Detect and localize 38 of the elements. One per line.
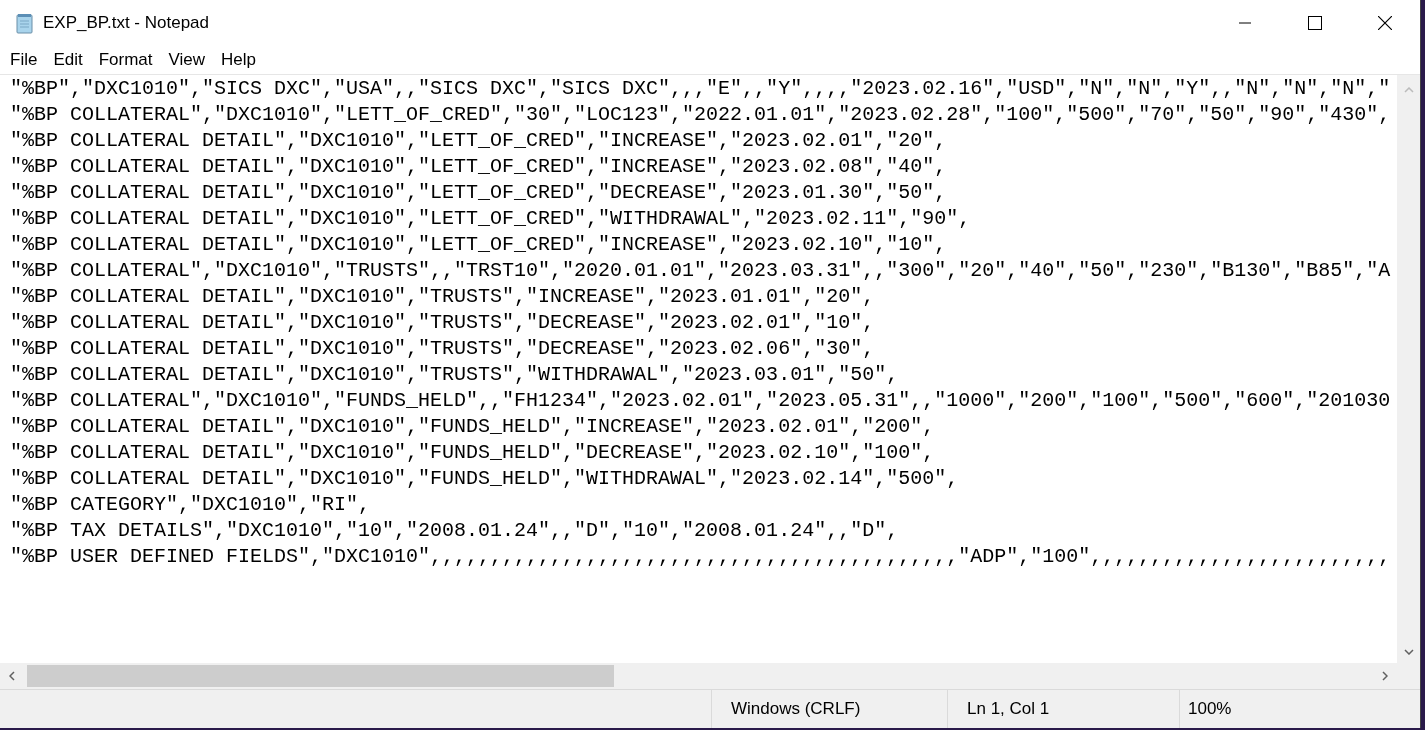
text-line: "%BP COLLATERAL DETAIL","DXC1010","TRUSTS","INCREASE","2023.01.01","20", xyxy=(10,284,876,310)
text-line: "%BP TAX DETAILS","DXC1010","10","2008.01.24",,"D","10","2008.01.24",,"D", xyxy=(10,518,900,544)
text-line: "%BP COLLATERAL DETAIL","DXC1010","LETT_OF_CRED","INCREASE","2023.02.10","10", xyxy=(10,232,948,258)
status-text: Windows (CRLF) xyxy=(712,690,948,728)
text-line: "%BP","DXC1010","SICS DXC","USA",,"SICS DXC","SICS DXC",,,"E",,"Y",,,,"2023.02.16","USD","N","N","Y",,"N","N","N"," xyxy=(10,76,1392,102)
window-title: EXP_BP.txt - Notepad xyxy=(43,13,209,33)
vertical-scrollbar[interactable] xyxy=(1397,75,1420,663)
text-line: "%BP COLLATERAL DETAIL","DXC1010","TRUSTS","DECREASE","2023.02.01","10", xyxy=(10,310,876,336)
text-line: "%BP COLLATERAL DETAIL","DXC1010","TRUSTS","WITHDRAWAL","2023.03.01","50", xyxy=(10,362,900,388)
menu-item[interactable]: View xyxy=(160,50,214,70)
scroll-thumb[interactable] xyxy=(27,665,614,687)
text-line: "%BP COLLATERAL DETAIL","DXC1010","FUNDS_HELD","WITHDRAWAL","2023.02.14","500", xyxy=(10,466,960,492)
menu-item[interactable]: Help xyxy=(213,50,265,70)
menu-item[interactable]: Format xyxy=(90,50,161,70)
maximize-icon xyxy=(1308,16,1322,30)
text-line: "%BP COLLATERAL DETAIL","DXC1010","FUNDS_HELD","INCREASE","2023.02.01","200", xyxy=(10,414,936,440)
text-line: "%BP COLLATERAL DETAIL","DXC1010","LETT_OF_CRED","WITHDRAWAL","2023.02.11","90", xyxy=(10,206,972,232)
scroll-down-icon[interactable] xyxy=(1403,649,1414,655)
status-text: Ln 1, Col 1 xyxy=(948,690,1180,728)
text-line: "%BP USER DEFINED FIELDS","DXC1010",,,,,,,,,,,,,,,,,,,,,,,,,,,,,,,,,,,,,,,,,,,,"ADP","100",,,,,,,,,,,,,,,,,,,,,,,,, xyxy=(10,544,1392,570)
text-line: "%BP COLLATERAL","DXC1010","TRUSTS",,"TRST10","2020.01.01","2023.03.31",,"300","20","40","50","230","B130","B85","A xyxy=(10,258,1392,284)
status-text: 100% xyxy=(1187,698,1233,720)
text-line: "%BP COLLATERAL","DXC1010","FUNDS_HELD",,"FH1234","2023.02.01","2023.05.31",,"1000","200","100","500","600","201030 xyxy=(10,388,1392,414)
text-line: "%BP COLLATERAL DETAIL","DXC1010","LETT_OF_CRED","INCREASE","2023.02.08","40", xyxy=(10,154,948,180)
menu-item[interactable]: File xyxy=(2,50,46,70)
menu-item[interactable]: Edit xyxy=(45,50,91,70)
scroll-up-icon[interactable] xyxy=(1403,87,1414,93)
text-line: "%BP COLLATERAL","DXC1010","LETT_OF_CRED","30","LOC123","2022.01.01","2023.02.28","100","500","70","50","90","430", xyxy=(10,102,1392,128)
text-line: "%BP COLLATERAL DETAIL","DXC1010","FUNDS_HELD","DECREASE","2023.02.10","100", xyxy=(10,440,936,466)
notepad-icon xyxy=(15,12,35,34)
text-line: "%BP COLLATERAL DETAIL","DXC1010","TRUSTS","DECREASE","2023.02.06","30", xyxy=(10,336,876,362)
text-line: "%BP CATEGORY","DXC1010","RI", xyxy=(10,492,372,518)
scroll-right-icon[interactable] xyxy=(1382,671,1388,681)
text-line: "%BP COLLATERAL DETAIL","DXC1010","LETT_OF_CRED","INCREASE","2023.02.01","20", xyxy=(10,128,948,154)
text-line: "%BP COLLATERAL DETAIL","DXC1010","LETT_OF_CRED","DECREASE","2023.01.30","50", xyxy=(10,180,948,206)
scroll-left-icon[interactable] xyxy=(9,671,15,681)
horizontal-scrollbar[interactable] xyxy=(0,663,1420,689)
close-icon xyxy=(1378,16,1392,30)
